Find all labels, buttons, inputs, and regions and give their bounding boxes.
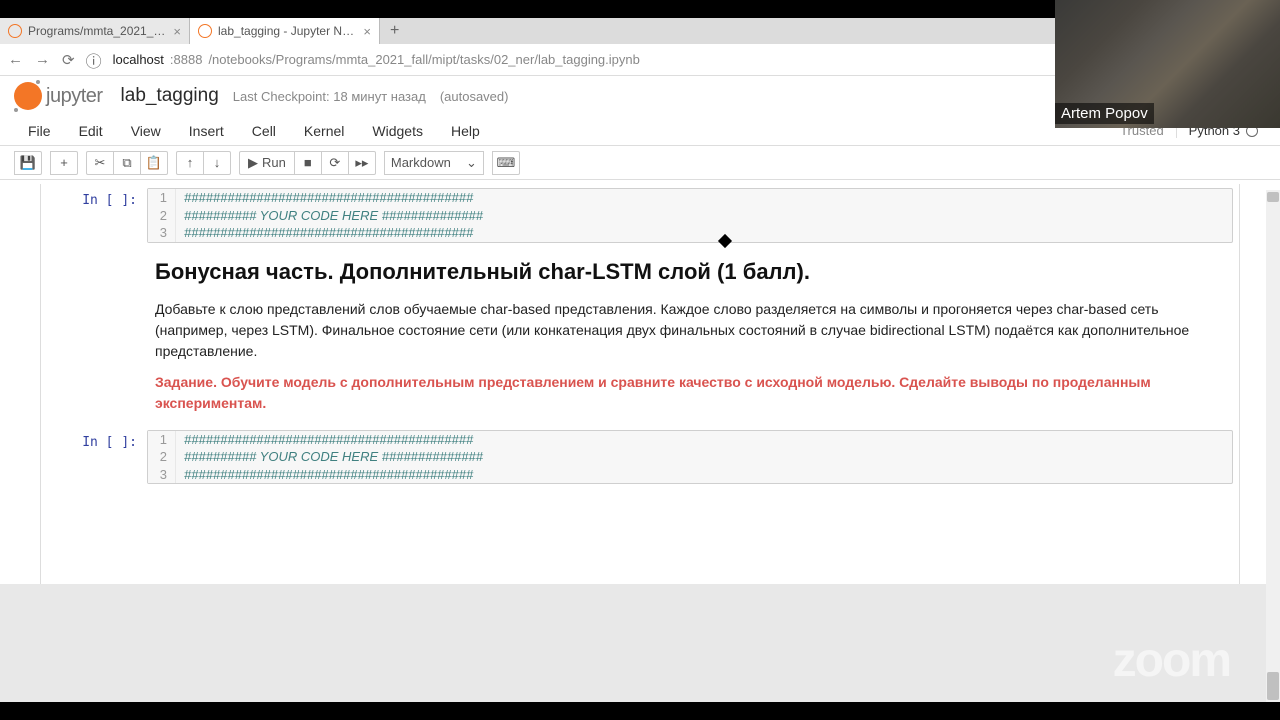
code-line: ######################################## [176,189,473,207]
window-bottom-bar [0,702,1280,720]
jupyter-favicon-icon [8,24,22,38]
chevron-down-icon: ⌄ [466,155,477,171]
jupyter-logo-icon [14,82,42,110]
scrollbar-thumb[interactable] [1267,672,1279,700]
url-host: localhost [113,52,164,67]
new-tab-button[interactable]: + [380,22,409,40]
menu-file[interactable]: File [14,119,65,143]
line-number: 3 [148,224,176,242]
interrupt-button[interactable]: ■ [294,151,322,175]
tab-title: lab_tagging - Jupyter Notebook [218,24,357,38]
paste-button[interactable]: 📋 [140,151,168,175]
cell-type-select[interactable]: Markdown ⌄ [384,151,484,175]
jupyter-logo-text: jupyter [46,85,103,108]
code-input[interactable]: 1#######################################… [147,188,1233,243]
menu-widgets[interactable]: Widgets [358,119,437,143]
line-number: 3 [148,466,176,484]
add-cell-button[interactable]: + [50,151,78,175]
url-port: :8888 [170,52,203,67]
code-input[interactable]: 1#######################################… [147,430,1233,485]
menu-kernel[interactable]: Kernel [290,119,358,143]
md-task: Задание. Обучите модель с дополнительным… [155,372,1225,414]
close-tab-icon[interactable]: × [363,24,371,39]
run-label: Run [262,155,286,170]
code-line: ########## YOUR CODE HERE ############## [176,448,483,466]
scroll-up-icon[interactable] [1267,192,1279,202]
code-cell-2[interactable]: In [ ]: 1###############################… [47,426,1233,489]
vertical-scrollbar[interactable] [1266,190,1280,702]
checkpoint-info: Last Checkpoint: 18 минут назад [233,89,426,104]
forward-icon[interactable]: → [35,51,50,68]
line-number: 2 [148,448,176,466]
restart-run-all-button[interactable]: ▸▸ [348,151,376,175]
save-button[interactable]: 💾 [14,151,42,175]
run-button[interactable]: ▶ Run [239,151,295,175]
browser-tab-2[interactable]: lab_tagging - Jupyter Notebook × [190,18,380,44]
section-heading: Бонусная часть. Дополнительный char-LSTM… [155,259,1225,285]
copy-button[interactable]: ⧉ [113,151,141,175]
line-number: 1 [148,431,176,449]
code-cell-1[interactable]: In [ ]: 1###############################… [47,184,1233,247]
restart-button[interactable]: ⟳ [321,151,349,175]
zoom-watermark: zoom [1113,633,1230,688]
code-line: ######################################## [176,466,473,484]
webcam-participant-name: Artem Popov [1055,103,1154,124]
notebook-title[interactable]: lab_tagging [121,85,219,107]
menu-help[interactable]: Help [437,119,494,143]
code-line: ######################################## [176,431,473,449]
cell-prompt: In [ ]: [47,430,147,485]
move-down-button[interactable]: ↓ [203,151,231,175]
jupyter-logo[interactable]: jupyter [14,82,103,110]
code-line: ########## YOUR CODE HERE ############## [176,207,483,225]
notebook-window: jupyter lab_tagging Last Checkpoint: 18 … [0,76,1280,584]
line-number: 2 [148,207,176,225]
menu-view[interactable]: View [117,119,175,143]
command-palette-button[interactable]: ⌨ [492,151,520,175]
md-paragraph: Добавьте к слою представлений слов обуча… [155,299,1225,362]
cell-type-value: Markdown [391,155,451,170]
jupyter-favicon-icon [198,24,212,38]
site-info-icon[interactable]: ⓘ [87,53,101,67]
menu-cell[interactable]: Cell [238,119,290,143]
cell-prompt: In [ ]: [47,188,147,243]
reload-icon[interactable]: ⟳ [62,51,75,69]
back-icon[interactable]: ← [8,51,23,68]
browser-tab-1[interactable]: Programs/mmta_2021_fall/mipt/ × [0,18,190,44]
move-up-button[interactable]: ↑ [176,151,204,175]
url-path: /notebooks/Programs/mmta_2021_fall/mipt/… [208,52,639,67]
menu-edit[interactable]: Edit [65,119,117,143]
tab-title: Programs/mmta_2021_fall/mipt/ [28,24,167,38]
webcam-overlay: Artem Popov [1055,0,1280,128]
notebook-content: In [ ]: 1###############################… [40,184,1240,584]
menu-insert[interactable]: Insert [175,119,238,143]
code-line: ######################################## [176,224,473,242]
close-tab-icon[interactable]: × [173,24,181,39]
line-number: 1 [148,189,176,207]
markdown-cell[interactable]: Бонусная часть. Дополнительный char-LSTM… [41,251,1239,422]
toolbar: 💾 + ✂ ⧉ 📋 ↑ ↓ ▶ Run ■ ⟳ ▸▸ Markdown ⌄ ⌨ [0,146,1280,180]
cut-button[interactable]: ✂ [86,151,114,175]
autosave-status: (autosaved) [440,89,509,104]
